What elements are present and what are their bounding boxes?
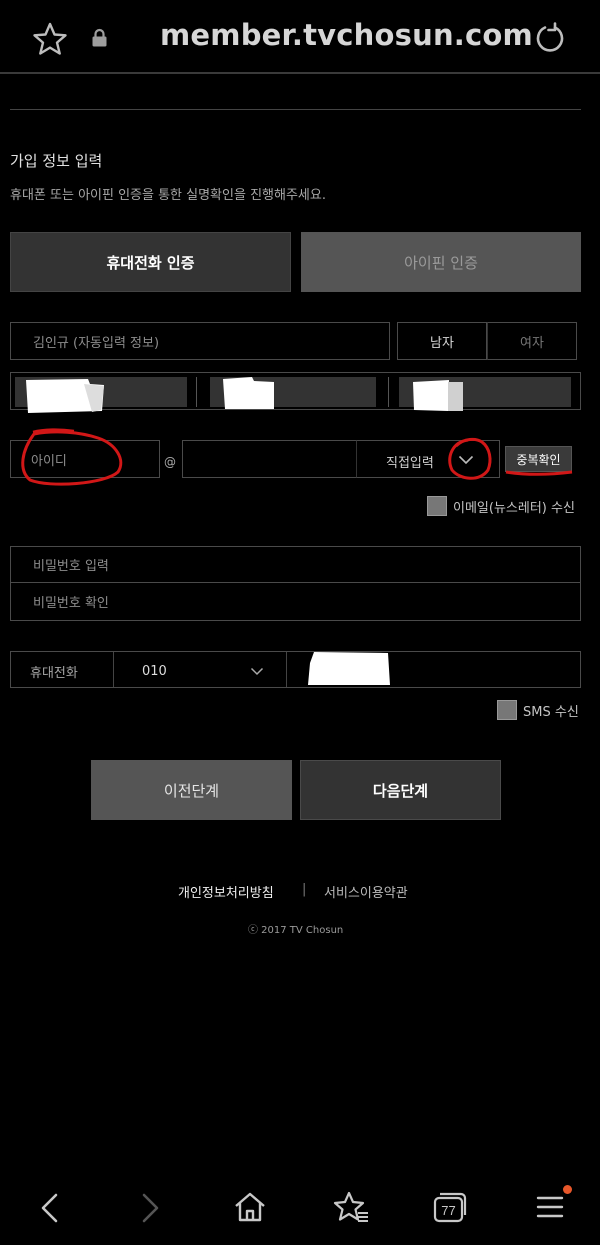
bookmark-star-icon[interactable] xyxy=(32,22,68,56)
redaction-mark xyxy=(308,652,390,685)
gender-male-button[interactable]: 남자 xyxy=(397,322,487,360)
birth-divider xyxy=(196,377,197,407)
email-domain-input[interactable] xyxy=(182,440,357,478)
chevron-down-icon[interactable] xyxy=(250,667,264,676)
email-domain-select-label: 직접입력 xyxy=(386,456,434,471)
terms-of-service-link[interactable]: 서비스이용약관 xyxy=(324,882,408,901)
password-confirm-input[interactable]: 비밀번호 확인 xyxy=(10,583,581,621)
url-text[interactable]: member.tvchosun.com xyxy=(160,18,533,52)
copyright: ⓒ 2017 TV Chosun xyxy=(248,925,344,936)
footer-separator: | xyxy=(302,882,307,897)
id-input[interactable]: 아이디 xyxy=(10,440,160,478)
privacy-policy-link[interactable]: 개인정보처리방침 xyxy=(178,882,274,901)
top-divider xyxy=(10,109,581,110)
form-title: 가입 정보 입력 xyxy=(10,152,103,170)
phone-label: 휴대전화 xyxy=(30,666,78,681)
password-input[interactable]: 비밀번호 입력 xyxy=(10,546,581,583)
prev-step-button[interactable]: 이전단계 xyxy=(91,760,292,820)
menu-icon[interactable] xyxy=(536,1194,566,1220)
gender-female-button[interactable]: 여자 xyxy=(487,322,577,360)
lock-icon xyxy=(92,28,107,47)
phone-divider xyxy=(286,652,287,687)
email-newsletter-checkbox[interactable] xyxy=(427,496,447,516)
tabs-count: 77 xyxy=(441,1203,455,1218)
phone-prefix-select[interactable]: 010 xyxy=(142,664,167,679)
ipin-verification-tab[interactable]: 아이핀 인증 xyxy=(301,232,581,292)
chevron-down-icon[interactable] xyxy=(458,455,474,465)
reload-icon[interactable] xyxy=(534,22,566,54)
duplicate-check-button[interactable]: 중복확인 xyxy=(505,446,572,472)
email-newsletter-label: 이메일(뉴스레터) 수신 xyxy=(453,501,575,516)
home-icon[interactable] xyxy=(233,1191,267,1223)
redaction-mark xyxy=(223,377,274,409)
tabs-icon[interactable]: 77 xyxy=(432,1190,468,1224)
browser-nav-bar xyxy=(0,1170,600,1245)
form-subtitle: 휴대폰 또는 아이핀 인증을 통한 실명확인을 진행해주세요. xyxy=(10,188,326,203)
name-field: 김인규 (자동입력 정보) xyxy=(10,322,390,360)
sms-label: SMS 수신 xyxy=(523,705,579,720)
phone-divider xyxy=(113,652,114,687)
bookmarks-icon[interactable] xyxy=(332,1190,370,1224)
menu-notification-badge xyxy=(563,1185,572,1194)
phone-verification-tab[interactable]: 휴대전화 인증 xyxy=(10,232,291,292)
redaction-mark xyxy=(413,380,463,411)
back-icon[interactable] xyxy=(38,1192,60,1224)
birth-divider xyxy=(388,377,389,407)
redaction-mark xyxy=(26,379,104,413)
sms-checkbox[interactable] xyxy=(497,700,517,720)
next-step-button[interactable]: 다음단계 xyxy=(300,760,501,820)
at-symbol: @ xyxy=(164,455,176,469)
forward-icon[interactable] xyxy=(140,1192,162,1224)
